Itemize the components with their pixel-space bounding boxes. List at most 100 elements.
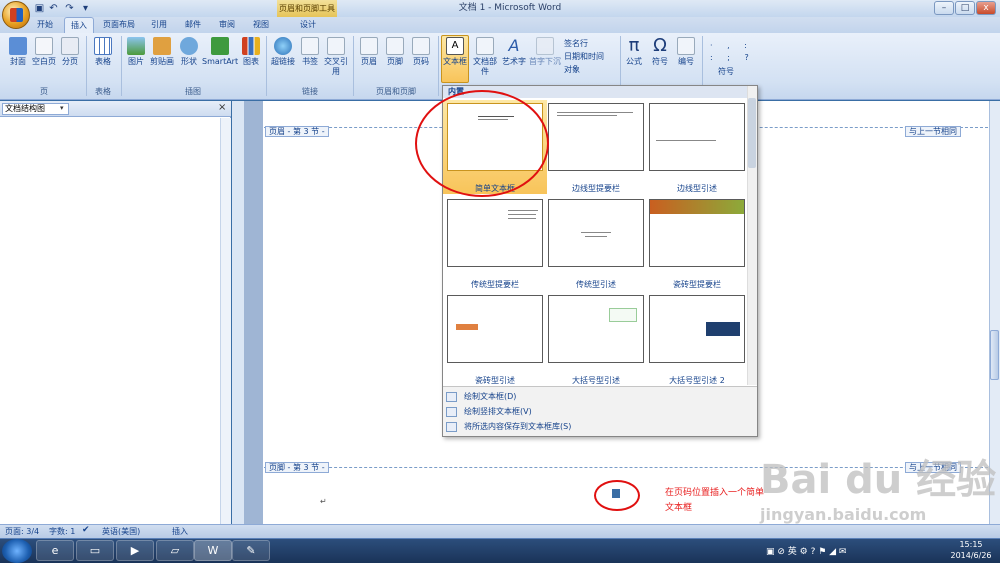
header-button[interactable]: 页眉 [357,37,381,67]
page-number-icon [412,37,430,55]
media-player-icon[interactable]: ▶ [116,540,154,561]
page-number-button[interactable]: 页码 [409,37,433,67]
tab-review[interactable]: 审阅 [212,17,242,33]
vertical-ruler [232,101,244,524]
wordart-button[interactable]: A 艺术字 [501,37,527,67]
object-button[interactable]: 对象 [564,64,580,75]
status-page[interactable]: 页面: 3/4 [5,526,39,537]
tab-references[interactable]: 引用 [144,17,174,33]
tab-insert[interactable]: 插入 [64,17,94,33]
shapes-button[interactable]: 形状 [178,37,200,67]
symbol-dropdown-label[interactable]: 符号 [718,66,734,77]
paragraph-mark: ↵ [320,497,327,506]
cover-page-button[interactable]: 封面 [5,37,31,67]
office-button[interactable] [2,1,30,29]
qat-dropdown-icon[interactable]: ▾ [80,3,91,14]
folder-icon[interactable]: ▭ [76,540,114,561]
label-tile-sidebar: 瓷砖型提要栏 [673,280,721,289]
label-edge-quote: 边线型引述 [677,184,717,193]
status-language[interactable]: 英语(美国) [102,526,140,537]
nav-scrollbar[interactable] [220,118,231,524]
shapes-icon [180,37,198,55]
draw-vertical-textbox-icon [446,407,457,417]
status-words[interactable]: 字数: 1 [49,526,75,537]
save-icon[interactable]: ▣ [34,3,45,14]
numbering-icon [677,37,695,55]
group-label-links: 链接 [302,87,318,96]
hyperlink-button[interactable]: 超链接 [270,37,296,67]
redo-icon[interactable]: ↷ [64,3,75,14]
clipart-button[interactable]: 剪贴画 [148,37,176,67]
proofing-icon[interactable]: ✔ [82,525,90,535]
smartart-button[interactable]: SmartArt [202,37,238,67]
close-button[interactable]: x [976,1,996,15]
maximize-button[interactable]: □ [955,1,975,15]
close-icon[interactable]: × [218,102,226,113]
gallery-scroll-thumb[interactable] [748,98,756,168]
tab-page-layout[interactable]: 页面布局 [98,17,140,33]
special-symbols-row[interactable]: · , : [710,40,753,51]
chart-button[interactable]: 图表 [240,37,262,67]
ie-icon[interactable]: e [36,540,74,561]
signature-line-button[interactable]: 签名行 [564,38,588,49]
tab-mailings[interactable]: 邮件 [178,17,208,33]
word-icon[interactable]: W [194,540,232,561]
bookmark-icon [301,37,319,55]
menu-draw-textbox[interactable]: 绘制文本框(D) [464,390,516,404]
special-symbols-row2[interactable]: : ; ? [710,52,755,63]
document-map-select[interactable]: 文档结构图 [2,103,69,115]
pi-icon: π [628,35,640,56]
table-button[interactable]: 表格 [90,37,116,67]
undo-icon[interactable]: ↶ [48,3,59,14]
thumb-brace-quote[interactable] [548,295,644,363]
thumb-traditional-quote[interactable] [548,199,644,267]
bookmark-button[interactable]: 书签 [299,37,321,67]
thumb-traditional-sidebar[interactable] [447,199,543,267]
page-break-button[interactable]: 分页 [58,37,82,67]
draw-textbox-icon [446,392,457,402]
scroll-thumb[interactable] [990,330,999,380]
picture-button[interactable]: 图片 [125,37,147,67]
status-mode[interactable]: 插入 [172,526,188,537]
numbering-button[interactable]: 编号 [674,37,698,67]
chevron-down-icon[interactable]: ▾ [60,104,64,112]
symbol-button[interactable]: Ω 符号 [648,37,672,67]
wordart-icon: A [508,36,520,55]
equation-button[interactable]: π 公式 [622,37,646,67]
menu-draw-vertical-textbox[interactable]: 绘制竖排文本框(V) [464,405,532,419]
picture-icon [127,37,145,55]
start-button[interactable] [2,539,32,563]
cover-page-icon [9,37,27,55]
tab-design[interactable]: 设计 [290,17,326,33]
system-clock[interactable]: 15:15 2014/6/26 [944,539,998,562]
ribbon-separator [266,36,267,96]
thumb-edge-quote[interactable] [649,103,745,171]
menu-save-selection-to-gallery[interactable]: 将所选内容保存到文本框库(S) [464,420,571,434]
thumb-tile-sidebar[interactable] [649,199,745,267]
label-tile-quote: 瓷砖型引述 [475,376,515,385]
header-section-tag: 页眉 - 第 3 节 - [265,126,329,137]
window-title: 文档 1 - Microsoft Word [458,3,562,13]
thumb-brace-quote-2[interactable] [649,295,745,363]
textbox-button[interactable]: A 文本框 [441,37,469,67]
thumb-tile-quote[interactable] [447,295,543,363]
date-time-button[interactable]: 日期和时间 [564,51,604,62]
tray-icons[interactable]: ▣ ⊘ 英 ⚙ ? ⚑ ◢ ✉ [766,544,846,557]
save-to-gallery-icon [446,422,457,432]
drop-cap-button[interactable]: 首字下沉 [528,37,562,67]
explorer-icon[interactable]: ▱ [156,540,194,561]
footer-button[interactable]: 页脚 [383,37,407,67]
document-map-pane [0,101,231,524]
paint-icon[interactable]: ✎ [232,540,270,561]
quick-parts-button[interactable]: 文档部件 [470,37,500,77]
globe-icon [274,37,292,55]
tab-view[interactable]: 视图 [246,17,276,33]
cross-reference-button[interactable]: 交叉引用 [324,37,348,77]
blank-page-button[interactable]: 空白页 [31,37,57,67]
tab-home[interactable]: 开始 [30,17,60,33]
blank-page-icon [35,37,53,55]
annotation-text: 在页码位置插入一个简单文本框 [665,488,765,513]
minimize-button[interactable]: – [934,1,954,15]
group-label-tables: 表格 [95,87,111,96]
thumb-edge-sidebar[interactable] [548,103,644,171]
